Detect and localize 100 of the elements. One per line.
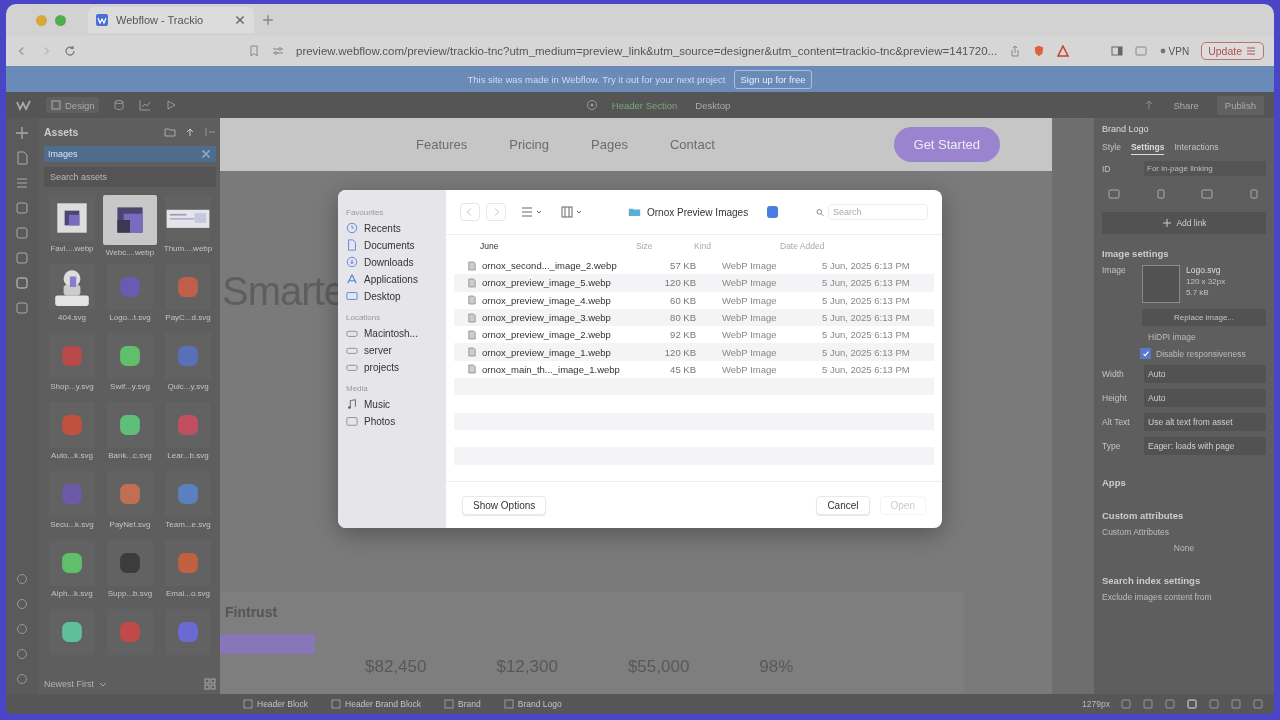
sidebar-item[interactable]: Applications	[346, 273, 438, 285]
field-label: Type	[1102, 441, 1122, 451]
table-cell-text: 5 Jun, 2025 6:13 PM	[821, 363, 911, 375]
asset-name: Thum....webp	[163, 244, 213, 253]
sidebar-item[interactable]: Macintosh...	[346, 327, 438, 339]
field-label: Width	[1102, 369, 1125, 379]
panel-tab[interactable]: Settings	[1130, 140, 1165, 155]
banner-text: This site was made in Webflow. Try it out for your next project	[467, 73, 726, 85]
select-field[interactable]: Use alt text from asset	[1144, 413, 1266, 431]
publish-button[interactable]: Publish	[1216, 95, 1264, 115]
select-field[interactable]: Auto	[1144, 389, 1266, 407]
update-button[interactable]: Update	[1201, 42, 1264, 60]
table-cell-text: 5 Jun, 2025 6:13 PM	[821, 277, 911, 289]
address-field[interactable]: preview.webflow.com/preview/trackio-tnc?utm_medium=preview_link&utm_source=designer&utm_content=trackio-tnc&preview=141720...	[296, 45, 998, 57]
field-label: Custom Attributes	[1102, 527, 1171, 537]
file-name: Logo.svg	[1186, 265, 1222, 275]
vpn-button[interactable]: VPN	[1168, 45, 1190, 57]
signup-button[interactable]: Sign up for free	[733, 69, 813, 89]
field-label: Image	[1102, 265, 1127, 277]
table-cell-text: 45 KB	[669, 363, 697, 375]
select-field[interactable]: Eager: loads with page	[1144, 437, 1266, 455]
show-options-button[interactable]: Show Options	[462, 495, 547, 515]
browser-tab[interactable]: Webflow - Trackio	[88, 7, 254, 33]
column-header[interactable]: Date Added	[780, 241, 890, 251]
sidebar-item[interactable]: Downloads	[346, 256, 438, 268]
asset-name: Lear...b.svg	[167, 451, 209, 460]
breadcrumb[interactable]: Brand Logo	[496, 697, 568, 711]
nav-link[interactable]: Pages	[591, 136, 628, 152]
design-button[interactable]: Design	[46, 97, 99, 113]
filter-chip[interactable]: Images	[44, 146, 216, 162]
asset-name: Logo...t.svg	[109, 313, 151, 322]
panel-tab[interactable]: Style	[1102, 140, 1121, 155]
table-cell-text: 57 KB	[669, 260, 697, 272]
hidpi-label: HiDPI image	[1148, 332, 1197, 342]
sidebar-item[interactable]: projects	[346, 361, 438, 373]
asset-name: Secu...k.svg	[50, 520, 94, 529]
sidebar-item[interactable]: Music	[346, 398, 438, 410]
sort-dropdown[interactable]: Newest First	[44, 678, 109, 690]
checkbox-label: Disable responsiveness	[1156, 348, 1246, 359]
sidebar-item[interactable]: Recents	[346, 222, 438, 234]
sidebar-item[interactable]: Photos	[346, 415, 438, 427]
file-name[interactable]: ornox_preview_image_4.webp	[482, 294, 644, 306]
section-heading: Apps	[1102, 477, 1126, 488]
column-header[interactable]: Size	[636, 241, 694, 251]
nav-link[interactable]: Features	[416, 136, 468, 152]
table-cell-text: WebP Image	[721, 277, 778, 289]
file-name[interactable]: ornox_preview_image_2.webp	[482, 329, 644, 341]
add-link-button[interactable]: Add link	[1102, 212, 1266, 234]
nav-link[interactable]: Contact	[669, 136, 715, 152]
empty-text: None	[1172, 543, 1196, 553]
cancel-button[interactable]: Cancel	[816, 495, 870, 515]
asset-name: 404.svg	[58, 313, 86, 322]
section-chip[interactable]: Header Section	[611, 99, 678, 111]
column-header[interactable]: June	[480, 241, 636, 251]
table-cell-text: WebP Image	[721, 363, 778, 375]
canvas-width: 1279px	[1082, 699, 1110, 709]
asset-name: Quic...y.svg	[167, 382, 209, 391]
table-cell-text: WebP Image	[721, 260, 778, 272]
nav-link[interactable]: Pricing	[509, 136, 550, 152]
field-label: Height	[1102, 393, 1128, 403]
folder-dropdown[interactable]: Ornox Preview Images	[628, 206, 778, 218]
file-name[interactable]: ornox_preview_image_3.webp	[482, 312, 644, 324]
asset-name: Team...e.svg	[165, 520, 211, 529]
breadcrumb[interactable]: Header Brand Block	[324, 697, 428, 711]
file-name[interactable]: ornox_preview_image_1.webp	[482, 346, 644, 358]
asset-name: Emai...o.svg	[166, 589, 210, 598]
file-name[interactable]: ornox_main_th..._image_1.webp	[482, 363, 644, 375]
select-field[interactable]: Auto	[1144, 365, 1266, 383]
breakpoint-button[interactable]: Desktop	[691, 97, 735, 113]
toggle-label: Exclude images content from	[1102, 592, 1213, 602]
table-cell-text: WebP Image	[721, 312, 778, 324]
file-name[interactable]: ornox_second..._image_2.webp	[482, 260, 644, 272]
breadcrumb[interactable]: Header Block	[236, 697, 315, 711]
table-cell-text: WebP Image	[721, 346, 778, 358]
asset-name: Alph...k.svg	[51, 589, 93, 598]
sidebar-item[interactable]: server	[346, 344, 438, 356]
column-header[interactable]: Kind	[694, 241, 780, 251]
get-started-button[interactable]: Get Started	[893, 126, 1000, 162]
search-field[interactable]: Search assets	[44, 167, 216, 187]
breadcrumb[interactable]: Brand	[437, 697, 487, 711]
field-label: Alt Text	[1102, 417, 1131, 427]
file-name[interactable]: ornox_preview_image_5.webp	[482, 277, 644, 289]
table-cell-text: 80 KB	[669, 312, 697, 324]
id-field[interactable]: For in-page linking	[1144, 161, 1266, 176]
field-label: ID	[1102, 163, 1112, 174]
sidebar-heading: Locations	[346, 313, 382, 322]
search-field[interactable]: Search	[828, 204, 928, 220]
asset-name: PayC...d.svg	[165, 313, 211, 322]
sidebar-item[interactable]: Desktop	[346, 290, 438, 302]
share-button[interactable]: Share	[1169, 97, 1203, 113]
panel-tab[interactable]: Interactions	[1174, 140, 1219, 155]
asset-name: Supp...b.svg	[107, 589, 153, 598]
asset-name: Bank...c.svg	[108, 451, 152, 460]
sidebar-item[interactable]: Documents	[346, 239, 438, 251]
asset-name: Favi....webp	[50, 244, 94, 253]
table-cell-text: 5 Jun, 2025 6:13 PM	[821, 260, 911, 272]
table-cell-text: 120 KB	[663, 277, 697, 289]
asset-name: PayNet.svg	[109, 520, 151, 529]
replace-image-button[interactable]: Replace image...	[1142, 309, 1266, 326]
panel-title: Assets	[44, 126, 80, 138]
